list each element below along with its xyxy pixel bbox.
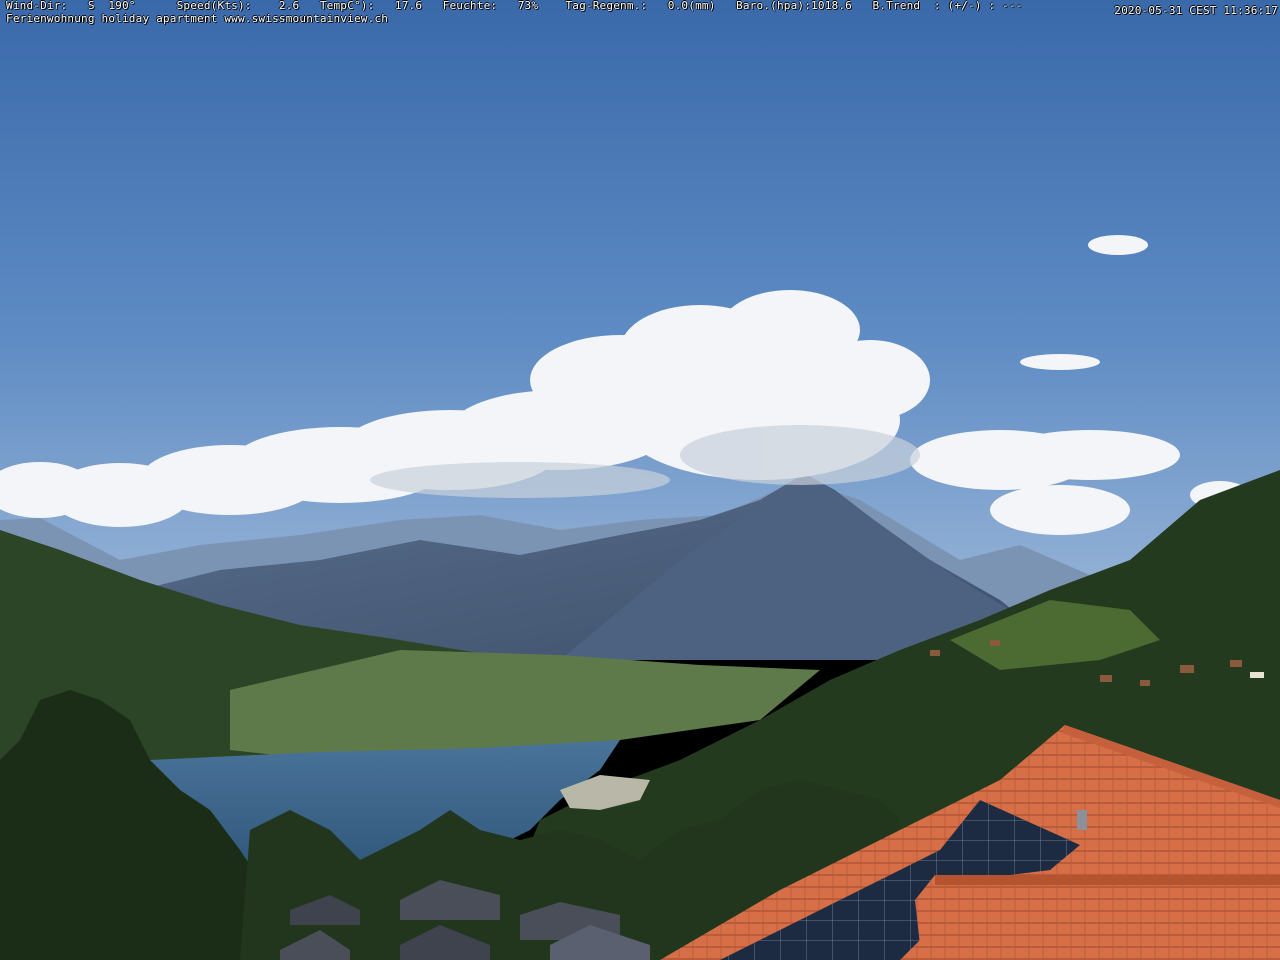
chimney — [1077, 810, 1087, 830]
webcam-scene — [0, 0, 1280, 960]
capture-timestamp: 2020-05-31 CEST 11:36:17 — [1114, 4, 1278, 17]
site-caption: Ferienwohnung holiday apartment www.swis… — [6, 12, 389, 25]
dormer-roof — [915, 875, 1280, 960]
dormer-roof-edge — [935, 875, 1280, 885]
weather-readout: Wind-Dir: S 190° Speed(Kts): 2.6 TempC°)… — [6, 0, 1023, 12]
